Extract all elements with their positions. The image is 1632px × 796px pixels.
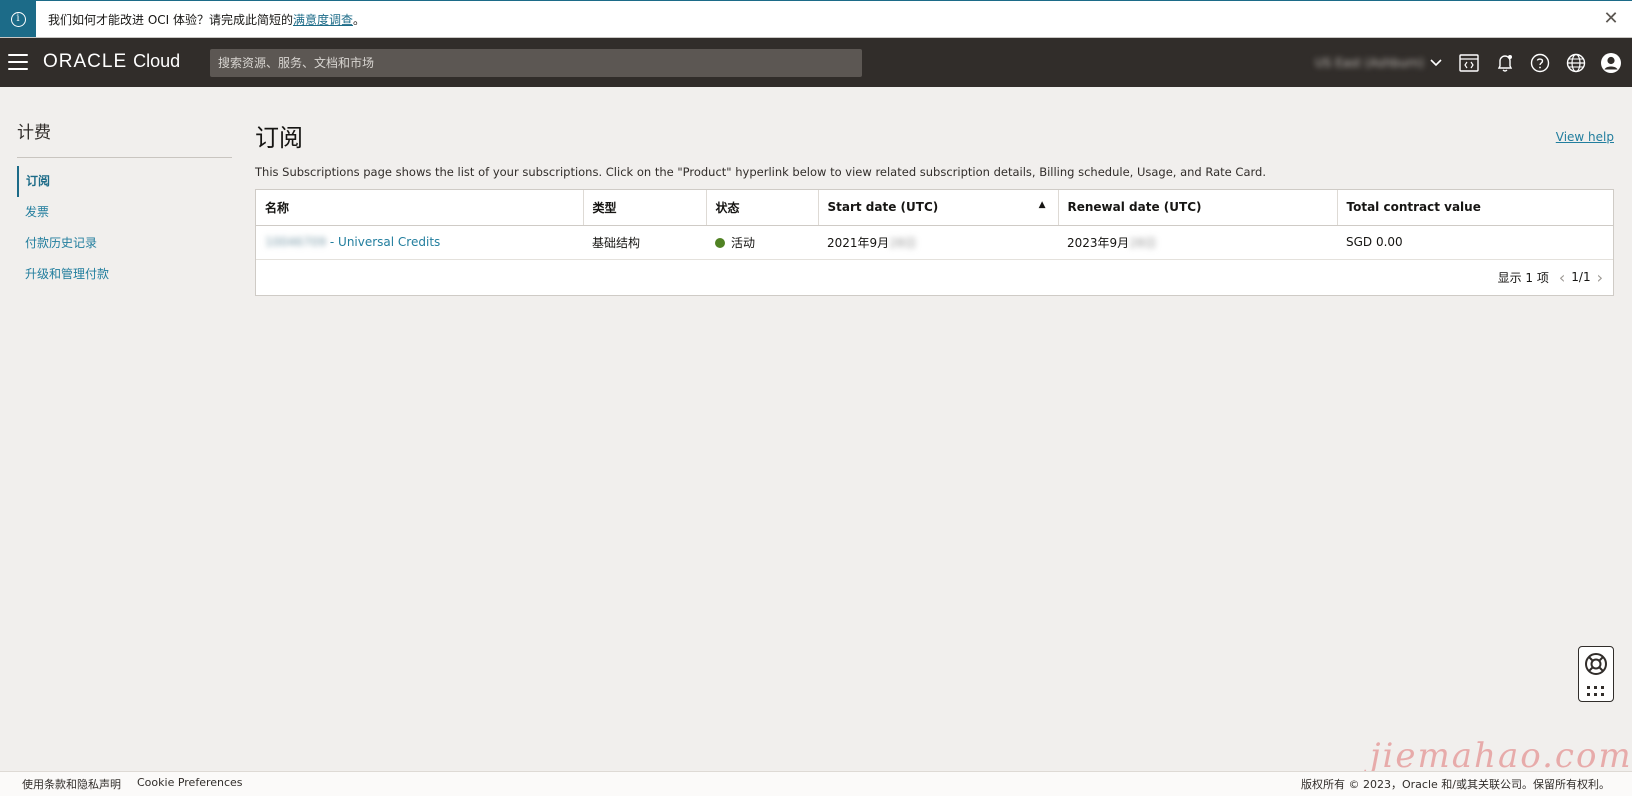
info-icon-box: i [0, 1, 36, 37]
brand-sub: Cloud [133, 51, 181, 71]
support-widget-button[interactable] [1578, 646, 1614, 702]
region-label: US East (Ashburn) [1315, 56, 1424, 70]
terms-privacy-link[interactable]: 使用条款和隐私声明 [22, 776, 121, 792]
column-header-name[interactable]: 名称 [256, 190, 584, 226]
page-description: This Subscriptions page shows the list o… [255, 165, 1266, 179]
start-date-day: 28日 [889, 235, 917, 250]
view-help-link[interactable]: View help [1556, 130, 1614, 144]
subscriptions-table: 名称 类型 状态 Start date (UTC) ▲ Renewal date… [255, 189, 1614, 296]
table-header-row: 名称 类型 状态 Start date (UTC) ▲ Renewal date… [256, 190, 1613, 226]
subscription-id: 10046709 [265, 235, 327, 249]
prev-page-icon[interactable]: ‹ [1559, 268, 1565, 287]
next-page-icon[interactable]: › [1597, 268, 1603, 287]
sidebar-nav: 订阅 发票 付款历史记录 升级和管理付款 [17, 166, 232, 290]
hamburger-menu-icon[interactable] [8, 54, 28, 70]
renewal-date-day: 28日 [1129, 235, 1157, 250]
sidebar-item-invoices[interactable]: 发票 [17, 197, 232, 228]
page-title: 订阅 [255, 124, 303, 152]
main-content: 订阅 View help This Subscriptions page sho… [255, 118, 1614, 296]
brand-main: ORACLE [43, 51, 128, 72]
cell-renewal-date: 2023年9月28日 [1058, 225, 1337, 260]
page-footer: 使用条款和隐私声明 Cookie Preferences 版权所有 © 2023… [0, 771, 1632, 796]
column-header-status[interactable]: 状态 [706, 190, 819, 226]
cell-start-date: 2021年9月28日 [818, 225, 1058, 260]
column-header-total-value[interactable]: Total contract value [1337, 190, 1613, 226]
watermark-text: jiemahao.com [1370, 736, 1632, 776]
banner-message: 我们如何才能改进 OCI 体验？请完成此简短的满意度调查。 [48, 11, 365, 28]
help-icon[interactable] [1529, 52, 1551, 74]
language-globe-icon[interactable] [1565, 52, 1587, 74]
cell-type: 基础结构 [583, 225, 706, 260]
status-label: 活动 [731, 235, 756, 250]
cookie-preferences-link[interactable]: Cookie Preferences [137, 776, 243, 792]
close-icon[interactable]: ✕ [1602, 10, 1620, 28]
notification-bell-icon[interactable] [1494, 52, 1516, 74]
chevron-down-icon [1430, 57, 1442, 70]
search-input[interactable]: 搜索资源、服务、文档和市场 [210, 49, 862, 77]
sort-ascending-icon[interactable]: ▲ [1039, 200, 1046, 210]
banner-text: 我们如何才能改进 OCI 体验？请完成此简短的 [48, 12, 293, 27]
start-date-value: 2021年9月 [827, 235, 890, 250]
column-header-type[interactable]: 类型 [583, 190, 707, 226]
info-icon: i [10, 11, 26, 27]
billing-sidebar: 计费 订阅 发票 付款历史记录 升级和管理付款 [17, 118, 232, 290]
sidebar-title: 计费 [17, 118, 232, 158]
survey-link[interactable]: 满意度调查 [293, 13, 353, 27]
start-date-header-label: Start date (UTC) [827, 200, 939, 215]
oracle-cloud-logo[interactable]: ORACLE Cloud [43, 51, 180, 73]
column-header-start-date[interactable]: Start date (UTC) ▲ [818, 190, 1059, 226]
cloud-shell-icon[interactable] [1458, 52, 1480, 74]
product-link[interactable]: 10046709 - Universal Credits [265, 235, 440, 249]
cell-name: 10046709 - Universal Credits [256, 225, 583, 260]
cell-total-value: SGD 0.00 [1337, 225, 1613, 260]
sidebar-item-payment-history[interactable]: 付款历史记录 [17, 228, 232, 259]
product-name: - Universal Credits [326, 235, 441, 249]
table-pagination: 显示 1 项 ‹ 1/1 › [256, 259, 1613, 295]
table-row: 10046709 - Universal Credits 基础结构 活动 202… [256, 225, 1613, 260]
user-avatar-icon[interactable] [1600, 52, 1622, 74]
page-indicator: 1/1 [1571, 270, 1591, 284]
lifebuoy-icon [1585, 652, 1607, 675]
column-header-renewal-date[interactable]: Renewal date (UTC) [1058, 190, 1338, 226]
status-active-dot-icon [715, 237, 725, 248]
banner-suffix: 。 [353, 12, 366, 27]
cell-status: 活动 [706, 225, 818, 260]
apps-grid-icon [1587, 685, 1604, 696]
top-navbar: ORACLE Cloud 搜索资源、服务、文档和市场 US East (Ashb… [0, 38, 1632, 87]
renewal-date-value: 2023年9月 [1067, 235, 1130, 250]
sidebar-item-upgrade-payments[interactable]: 升级和管理付款 [17, 259, 232, 290]
sidebar-item-subscriptions[interactable]: 订阅 [17, 166, 232, 197]
region-selector[interactable]: US East (Ashburn) [1315, 54, 1442, 72]
announcement-banner: i 我们如何才能改进 OCI 体验？请完成此简短的满意度调查。 ✕ [0, 0, 1632, 38]
copyright-text: 版权所有 © 2023，Oracle 和/或其关联公司。保留所有权利。 [1301, 778, 1610, 791]
pagination-count: 显示 1 项 [1497, 270, 1549, 285]
